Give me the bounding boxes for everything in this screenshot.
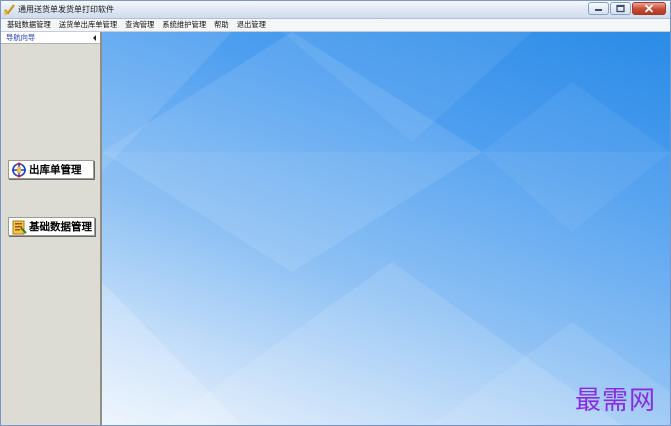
sidebar-header: 导航向导 [1, 32, 100, 44]
menu-query[interactable]: 查询管理 [121, 19, 158, 31]
watermark-text: 最需网 [574, 386, 656, 416]
sidebar-title: 导航向导 [6, 33, 36, 42]
background-pattern [102, 32, 670, 425]
window-controls [588, 2, 666, 15]
menu-help[interactable]: 帮助 [210, 19, 233, 31]
outbound-order-icon [12, 161, 26, 178]
app-icon [4, 4, 15, 15]
menu-system-maintenance[interactable]: 系统维护管理 [158, 19, 210, 31]
menu-base-data[interactable]: 基础数据管理 [1, 19, 55, 31]
maximize-icon [616, 4, 625, 13]
minimize-button[interactable] [588, 2, 609, 15]
maximize-button[interactable] [610, 2, 631, 15]
close-icon [644, 4, 654, 13]
menu-delivery-outbound[interactable]: 送货单出库单管理 [55, 19, 121, 31]
outbound-order-label: 出库单管理 [29, 164, 82, 176]
navigation-sidebar: 导航向导 出库单管理 基础数据管理 [1, 32, 102, 425]
chevron-left-icon[interactable] [93, 35, 96, 41]
window-title: 通用送货单发货单打印软件 [18, 5, 114, 14]
main-workspace: 最需网 [102, 32, 670, 425]
base-data-icon [12, 220, 27, 234]
menu-exit[interactable]: 退出管理 [233, 19, 270, 31]
menu-bar: 基础数据管理 送货单出库单管理 查询管理 系统维护管理 帮助 退出管理 [1, 19, 670, 32]
base-data-label: 基础数据管理 [29, 221, 92, 233]
outbound-order-button[interactable]: 出库单管理 [8, 160, 94, 179]
base-data-button[interactable]: 基础数据管理 [8, 217, 95, 236]
close-button[interactable] [632, 2, 666, 15]
app-window: 通用送货单发货单打印软件 基础数据管理 送货单出库单管理 查询管理 系统维护管理… [0, 0, 671, 426]
minimize-icon [595, 9, 602, 11]
title-bar[interactable]: 通用送货单发货单打印软件 [1, 1, 670, 19]
